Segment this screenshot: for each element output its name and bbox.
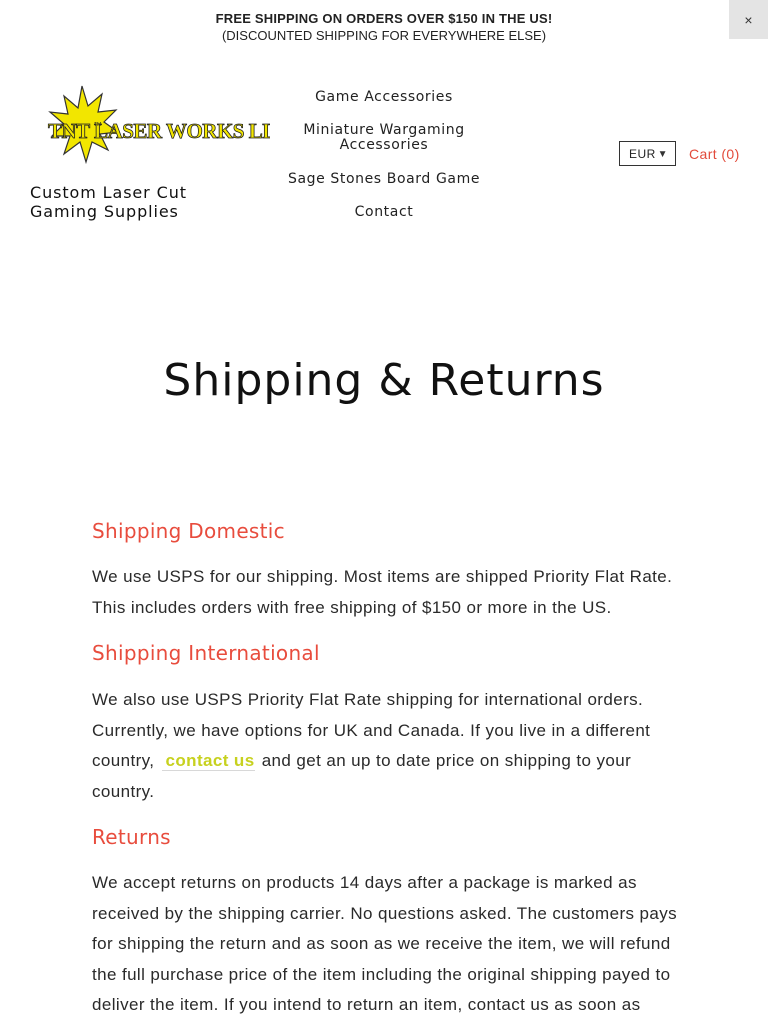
nav-item-sage-stones-board-game[interactable]: Sage Stones Board Game bbox=[270, 172, 498, 187]
close-icon: × bbox=[744, 11, 753, 28]
site-tagline: Custom Laser Cut Gaming Supplies bbox=[30, 183, 187, 221]
announcement-bar: FREE SHIPPING ON ORDERS OVER $150 IN THE… bbox=[0, 0, 768, 48]
section-heading-returns: Returns bbox=[92, 825, 171, 849]
nav-item-game-accessories[interactable]: Game Accessories bbox=[270, 90, 498, 105]
announcement-line-2: (DISCOUNTED SHIPPING FOR EVERYWHERE ELSE… bbox=[221, 28, 547, 43]
chevron-down-icon: ▼ bbox=[657, 149, 668, 160]
section-heading-shipping-domestic: Shipping Domestic bbox=[92, 519, 285, 543]
logo-image: TNT LASER WORKS LLC TM bbox=[48, 85, 291, 165]
close-announcement-button[interactable]: × bbox=[729, 0, 768, 39]
announcement-line-1: FREE SHIPPING ON ORDERS OVER $150 IN THE… bbox=[215, 11, 553, 26]
nav-item-contact[interactable]: Contact bbox=[270, 205, 498, 220]
section-text-shipping-domestic: We use USPS for our shipping. Most items… bbox=[92, 567, 673, 617]
section-text-shipping-international: We also use USPS Priority Flat Rate ship… bbox=[92, 685, 682, 807]
page-title: Shipping & Returns bbox=[163, 355, 605, 406]
logo-wordmark: TNT LASER WORKS LLC bbox=[48, 119, 270, 143]
section-text-returns: We accept returns on products 14 days af… bbox=[92, 873, 678, 1014]
cart-link[interactable]: Cart (0) bbox=[689, 146, 740, 162]
currency-value: EUR bbox=[629, 146, 656, 161]
nav-item-miniature-wargaming-accessories[interactable]: Miniature Wargaming Accessories bbox=[270, 123, 498, 153]
site-logo[interactable]: TNT LASER WORKS LLC TM bbox=[30, 84, 291, 166]
contact-us-link[interactable]: contact us bbox=[161, 751, 255, 771]
section-heading-shipping-international: Shipping International bbox=[92, 641, 320, 665]
logo-trademark: TM bbox=[94, 122, 101, 128]
currency-select[interactable]: EUR ▼ bbox=[619, 141, 676, 166]
